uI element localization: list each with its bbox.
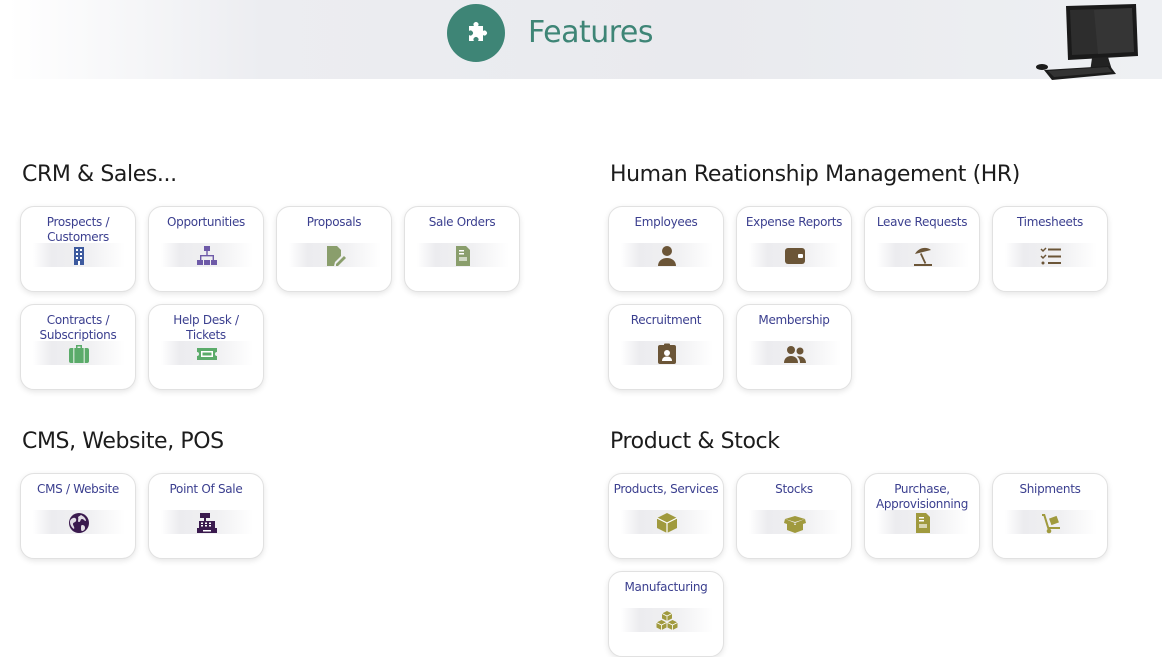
feature-card-help-desk-tickets[interactable]: Help Desk / Tickets xyxy=(148,304,264,390)
puzzle-piece-icon xyxy=(447,4,505,62)
section-title-cms: CMS, Website, POS xyxy=(22,429,224,454)
feature-card-label: Prospects / Customers xyxy=(46,215,110,244)
ticket-icon xyxy=(195,342,219,366)
section-title-crm: CRM & Sales... xyxy=(22,162,177,187)
file-invoice-icon xyxy=(911,511,935,535)
feature-card-stocks[interactable]: Stocks xyxy=(736,473,852,559)
id-badge-icon xyxy=(655,342,679,366)
feature-card-leave-requests[interactable]: Leave Requests xyxy=(864,206,980,292)
wallet-icon xyxy=(783,244,807,268)
file-signature-icon xyxy=(323,244,347,268)
sitemap-icon xyxy=(195,244,219,268)
feature-card-label: Products, Services xyxy=(613,482,719,496)
desktop-computer-image xyxy=(1036,4,1138,80)
feature-card-products-services[interactable]: Products, Services xyxy=(608,473,724,559)
cube-icon xyxy=(655,511,679,535)
feature-card-label: Expense Reports xyxy=(745,215,843,229)
feature-card-proposals[interactable]: Proposals xyxy=(276,206,392,292)
feature-card-manufacturing[interactable]: Manufacturing xyxy=(608,571,724,657)
user-icon xyxy=(655,244,679,268)
tasks-icon xyxy=(1039,244,1063,268)
feature-card-label: Recruitment xyxy=(630,313,702,327)
page-title: Features xyxy=(528,15,654,50)
umbrella-beach-icon xyxy=(911,244,935,268)
globe-icon xyxy=(67,511,91,535)
feature-card-membership[interactable]: Membership xyxy=(736,304,852,390)
feature-card-label: Leave Requests xyxy=(876,215,968,229)
feature-card-label: Timesheets xyxy=(1017,215,1083,229)
section-title-hr: Human Reationship Management (HR) xyxy=(610,162,1020,187)
feature-card-label: Point Of Sale xyxy=(169,482,243,496)
feature-card-sale-orders[interactable]: Sale Orders xyxy=(404,206,520,292)
feature-card-employees[interactable]: Employees xyxy=(608,206,724,292)
box-open-icon xyxy=(783,511,807,535)
cubes-icon xyxy=(655,609,679,633)
feature-card-recruitment[interactable]: Recruitment xyxy=(608,304,724,390)
feature-card-shipments[interactable]: Shipments xyxy=(992,473,1108,559)
feature-card-label: Shipments xyxy=(1019,482,1081,496)
suitcase-icon xyxy=(67,342,91,366)
file-invoice-icon xyxy=(451,244,475,268)
users-icon xyxy=(783,342,807,366)
section-title-product: Product & Stock xyxy=(610,429,780,454)
building-icon xyxy=(67,244,91,268)
feature-card-timesheets[interactable]: Timesheets xyxy=(992,206,1108,292)
feature-card-label: Employees xyxy=(634,215,698,229)
feature-card-expense-reports[interactable]: Expense Reports xyxy=(736,206,852,292)
feature-card-contracts-subscriptions[interactable]: Contracts / Subscriptions xyxy=(20,304,136,390)
feature-card-label: Proposals xyxy=(306,215,362,229)
feature-card-label: Sale Orders xyxy=(428,215,496,229)
feature-card-label: Membership xyxy=(758,313,830,327)
feature-card-label: Help Desk / Tickets xyxy=(173,313,239,342)
feature-card-label: Stocks xyxy=(775,482,813,496)
feature-card-point-of-sale[interactable]: Point Of Sale xyxy=(148,473,264,559)
feature-card-purchase-approvisionning[interactable]: Purchase, Approvisionning xyxy=(864,473,980,559)
feature-card-label: Manufacturing xyxy=(624,580,708,594)
feature-card-label: CMS / Website xyxy=(37,482,119,496)
feature-card-label: Opportunities xyxy=(167,215,245,229)
feature-card-label: Contracts / Subscriptions xyxy=(39,313,117,342)
feature-card-prospects-customers[interactable]: Prospects / Customers xyxy=(20,206,136,292)
dolly-icon xyxy=(1039,511,1063,535)
feature-card-opportunities[interactable]: Opportunities xyxy=(148,206,264,292)
feature-card-label: Purchase, Approvisionning xyxy=(875,482,969,511)
feature-card-cms-website[interactable]: CMS / Website xyxy=(20,473,136,559)
cash-register-icon xyxy=(195,511,219,535)
